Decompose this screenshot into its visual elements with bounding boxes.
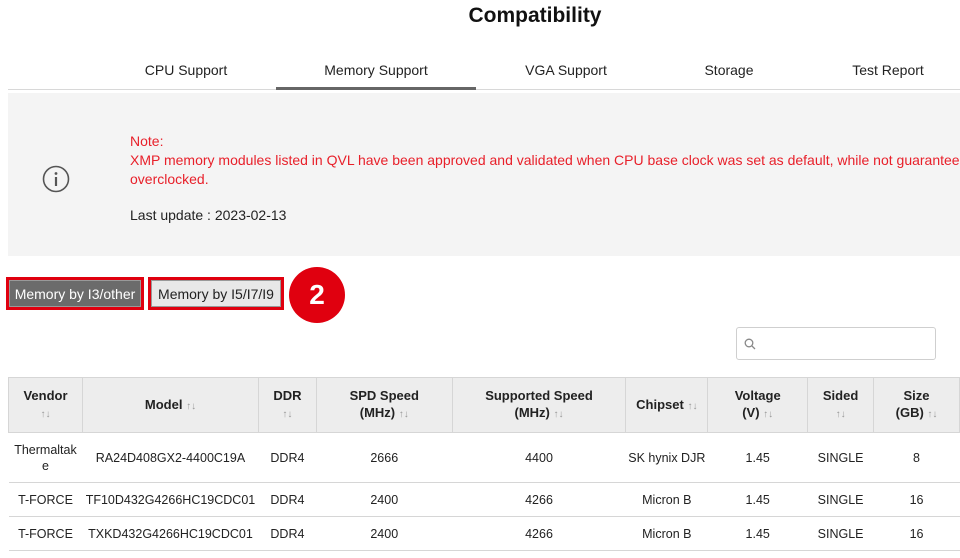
sort-icon: ↑↓: [835, 409, 846, 420]
sort-icon: ↑↓: [763, 409, 774, 420]
note-body: XMP memory modules listed in QVL have be…: [130, 152, 960, 187]
info-icon: [42, 165, 70, 193]
cell-model: TXKD432G4266HC19CDC01: [82, 516, 259, 551]
col-vendor[interactable]: Vendor ↑↓: [8, 377, 83, 433]
cell-ddr: DDR4: [258, 482, 317, 517]
tab-cpu-support[interactable]: CPU Support: [118, 50, 254, 90]
cell-chipset: Micron B: [625, 516, 708, 551]
search-input[interactable]: [761, 332, 929, 356]
cell-voltage: 1.45: [707, 516, 808, 551]
col-supported-speed[interactable]: Supported Speed (MHz) ↑↓: [451, 377, 627, 433]
col-voltage[interactable]: Voltage (V) ↑↓: [707, 377, 809, 433]
col-spd-speed[interactable]: SPD Speed (MHz) ↑↓: [315, 377, 453, 433]
memory-i3-button[interactable]: Memory by I3/other: [6, 277, 144, 310]
sort-icon: ↑↓: [186, 400, 197, 412]
cell-vendor: Thermaltake: [8, 432, 83, 483]
tab-storage[interactable]: Storage: [668, 50, 790, 90]
cell-sided: SINGLE: [807, 516, 874, 551]
cell-ddr: DDR4: [258, 516, 317, 551]
sort-icon: ↑↓: [398, 409, 409, 420]
step-badge: 2: [289, 267, 345, 323]
note-text: Note: XMP memory modules listed in QVL h…: [130, 132, 960, 189]
cell-spd: 2666: [316, 432, 453, 483]
sort-icon: ↑↓: [687, 400, 698, 412]
sort-icon: ↑↓: [40, 409, 51, 420]
col-model[interactable]: Model ↑↓: [81, 377, 259, 433]
cell-supported: 4266: [452, 482, 626, 517]
cell-sided: SINGLE: [807, 432, 874, 483]
tab-vga-support[interactable]: VGA Support: [498, 50, 634, 90]
cell-model: TF10D432G4266HC19CDC01: [82, 482, 259, 517]
cell-supported: 4400: [452, 432, 626, 483]
tab-test-report[interactable]: Test Report: [820, 50, 956, 90]
last-update: Last update : 2023-02-13: [130, 207, 287, 223]
note-heading: Note:: [130, 133, 164, 149]
cell-vendor: T-FORCE: [8, 482, 83, 517]
cell-voltage: 1.45: [707, 482, 808, 517]
sort-icon: ↑↓: [553, 409, 564, 420]
cell-supported: 4266: [452, 516, 626, 551]
memory-i5-button-label: Memory by I5/I7/I9: [151, 280, 281, 307]
cell-size: 16: [873, 482, 960, 517]
search-box[interactable]: [736, 327, 936, 360]
memory-i5-i7-i9-button[interactable]: Memory by I5/I7/I9: [148, 277, 284, 310]
table-row: Thermaltake RA24D408GX2-4400C19A DDR4 26…: [8, 432, 960, 483]
cell-model: RA24D408GX2-4400C19A: [82, 432, 259, 483]
sort-icon: ↑↓: [927, 409, 938, 420]
col-sided[interactable]: Sided ↑↓: [807, 377, 875, 433]
cell-size: 8: [873, 432, 960, 483]
cell-chipset: SK hynix DJR: [625, 432, 708, 483]
col-size[interactable]: Size (GB) ↑↓: [873, 377, 960, 433]
tab-bar: CPU Support Memory Support VGA Support S…: [8, 50, 960, 90]
cell-ddr: DDR4: [258, 432, 317, 483]
table-row: T-FORCE TXKD432G4266HC19CDC01 DDR4 2400 …: [8, 516, 960, 551]
note-panel: Note: XMP memory modules listed in QVL h…: [8, 93, 960, 256]
memory-i3-button-label: Memory by I3/other: [9, 280, 141, 307]
cell-chipset: Micron B: [625, 482, 708, 517]
page-title: Compatibility: [468, 4, 602, 27]
cell-sided: SINGLE: [807, 482, 874, 517]
memory-qvl-table: Vendor ↑↓ Model ↑↓ DDR ↑↓ SPD Speed (MHz…: [8, 377, 960, 551]
col-ddr[interactable]: DDR ↑↓: [257, 377, 317, 433]
col-chipset[interactable]: Chipset ↑↓: [625, 377, 709, 433]
cell-spd: 2400: [316, 482, 453, 517]
table-row: T-FORCE TF10D432G4266HC19CDC01 DDR4 2400…: [8, 482, 960, 517]
cell-voltage: 1.45: [707, 432, 808, 483]
cell-spd: 2400: [316, 516, 453, 551]
cell-size: 16: [873, 516, 960, 551]
tab-memory-support[interactable]: Memory Support: [276, 50, 476, 90]
cell-vendor: T-FORCE: [8, 516, 83, 551]
sort-icon: ↑↓: [282, 409, 293, 420]
search-icon: [744, 338, 756, 350]
